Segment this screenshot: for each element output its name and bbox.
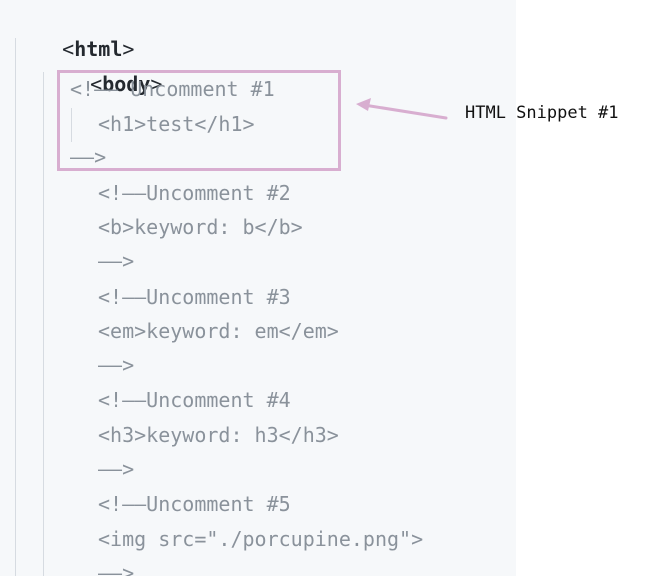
annotation-arrow-shaft	[362, 103, 448, 120]
indent-guide-html	[15, 38, 16, 576]
indent-guide-body	[43, 72, 44, 576]
snippet-5-code: <img src="./porcupine.png">	[98, 527, 424, 551]
comment-2-close: ——>	[98, 249, 135, 273]
comment-4-open: <!——Uncomment #4	[98, 388, 291, 412]
annotation-arrow	[356, 98, 448, 120]
comment-2-open: <!——Uncomment #2	[98, 181, 291, 205]
comment-3-close: ——>	[98, 353, 135, 377]
snippet-1-highlight-box	[57, 70, 341, 171]
comment-3-open: <!——Uncomment #3	[98, 285, 291, 309]
comment-5-close: ——>	[98, 561, 135, 576]
snippet-4-code: <h3>keyword: h3</h3>	[98, 423, 339, 447]
annotation-label: HTML Snippet #1	[465, 103, 619, 123]
comment-5-open: <!——Uncomment #5	[98, 492, 291, 516]
snippet-3-code: <em>keyword: em</em>	[98, 319, 339, 343]
comment-4-close: ——>	[98, 457, 135, 481]
snippet-2-code: <b>keyword: b</b>	[98, 215, 303, 239]
annotation-arrow-head	[356, 98, 371, 111]
